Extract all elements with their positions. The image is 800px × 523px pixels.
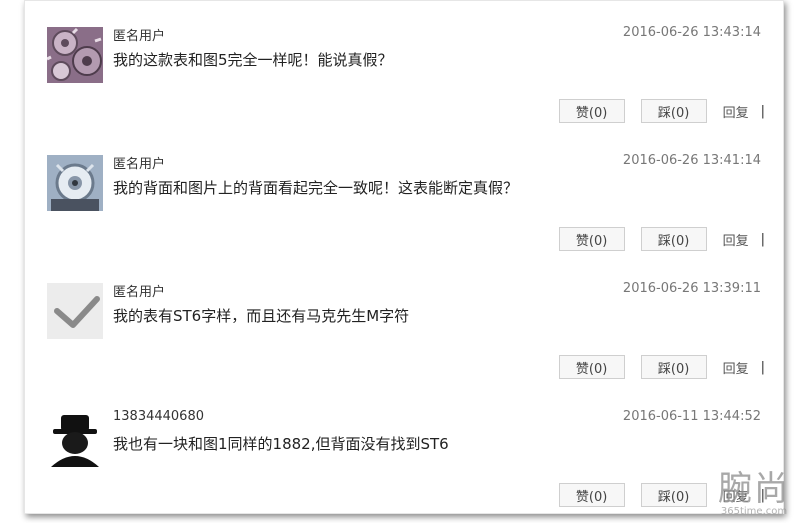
reply-link[interactable]: 回复 (723, 358, 749, 377)
reply-area: 回复 | (723, 102, 765, 121)
comment-time: 2016-06-26 13:39:11 (622, 281, 761, 296)
comment-time: 2016-06-26 13:41:14 (622, 153, 761, 168)
watermark-logo: 腕尚 (718, 469, 790, 509)
reply-link[interactable]: 回复 (723, 102, 749, 121)
reply-area: 回复 | (723, 230, 765, 249)
avatar[interactable] (47, 411, 103, 467)
comment-text: 我的这款表和图5完全一样呢！能说真假？ (113, 51, 393, 69)
reply-area: 回复 | (723, 358, 765, 377)
username: 匿名用户 (113, 285, 166, 300)
comment-text: 我也有一块和图1同样的1882,但背面没有找到ST6 (113, 435, 449, 453)
username: 13834440680 (113, 409, 204, 424)
dislike-button[interactable]: 踩(0) (640, 355, 707, 379)
dislike-button[interactable]: 踩(0) (640, 483, 707, 507)
watermark-domain: 365time.com (720, 506, 788, 517)
separator: | (760, 103, 765, 119)
watch-gear-icon (47, 155, 103, 211)
like-button[interactable]: 赞(0) (558, 483, 625, 507)
reply-link[interactable]: 回复 (723, 230, 749, 249)
dislike-button[interactable]: 踩(0) (640, 99, 707, 123)
comment-time: 2016-06-26 13:43:14 (622, 25, 761, 40)
comment-actions: 赞(0) 踩(0) 回复 | (558, 355, 765, 379)
username: 匿名用户 (113, 29, 166, 44)
comment-item: 13834440680 2016-06-11 13:44:52 我也有一块和图1… (25, 385, 783, 513)
comment-item: 匿名用户 2016-06-26 13:41:14 我的背面和图片上的背面看起完全… (25, 129, 783, 257)
avatar[interactable] (47, 27, 103, 83)
hat-person-icon (47, 411, 103, 467)
comment-actions: 赞(0) 踩(0) 回复 | (558, 99, 765, 123)
comment-list: 匿名用户 2016-06-26 13:43:14 我的这款表和图5完全一样呢！能… (24, 0, 784, 514)
separator: | (760, 359, 765, 375)
like-button[interactable]: 赞(0) (558, 99, 625, 123)
site-watermark: 腕尚 365time.com (718, 461, 790, 517)
checkmark-icon (47, 283, 103, 339)
gears-icon (47, 27, 103, 83)
username: 匿名用户 (113, 157, 166, 172)
separator: | (760, 231, 765, 247)
comment-text: 我的背面和图片上的背面看起完全一致呢！这表能断定真假？ (113, 179, 519, 197)
comment-actions: 赞(0) 踩(0) 回复 | (558, 227, 765, 251)
comment-item: 匿名用户 2016-06-26 13:43:14 我的这款表和图5完全一样呢！能… (25, 1, 783, 129)
dislike-button[interactable]: 踩(0) (640, 227, 707, 251)
like-button[interactable]: 赞(0) (558, 355, 625, 379)
avatar[interactable] (47, 155, 103, 211)
like-button[interactable]: 赞(0) (558, 227, 625, 251)
comment-text: 我的表有ST6字样，而且还有马克先生M字符 (113, 307, 410, 325)
comment-time: 2016-06-11 13:44:52 (622, 409, 761, 424)
avatar[interactable] (47, 283, 103, 339)
comment-item: 匿名用户 2016-06-26 13:39:11 我的表有ST6字样，而且还有马… (25, 257, 783, 385)
